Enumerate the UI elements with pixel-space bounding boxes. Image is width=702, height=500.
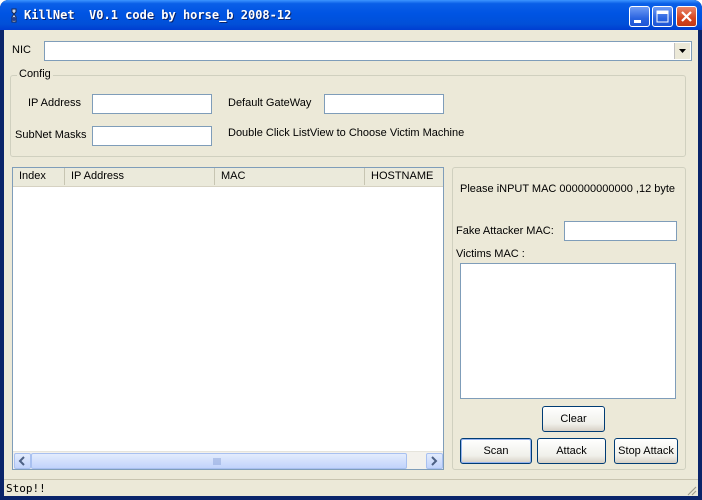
scroll-thumb[interactable] (31, 453, 407, 469)
app-icon (11, 8, 17, 23)
stop-attack-button[interactable]: Stop Attack (614, 438, 678, 464)
listview-header: Index IP Address MAC HOSTNAME (13, 168, 443, 187)
chevron-down-icon (679, 49, 686, 53)
subnet-label: SubNet Masks (15, 129, 87, 141)
scroll-right-button[interactable] (426, 453, 443, 469)
window-client-area: NIC Config IP Address Default GateWay Su… (4, 30, 698, 496)
fake-mac-label: Fake Attacker MAC: (456, 225, 554, 237)
minimize-button[interactable] (629, 6, 650, 27)
chevron-right-icon (431, 456, 438, 466)
scroll-left-button[interactable] (14, 453, 31, 469)
window-title: KillNet V0.1 code by horse_b 2008-12 (24, 8, 292, 22)
config-group-title: Config (17, 68, 53, 80)
attack-button[interactable]: Attack (537, 438, 606, 464)
host-listview[interactable]: Index IP Address MAC HOSTNAME (12, 167, 444, 470)
scan-button[interactable]: Scan (460, 438, 532, 464)
main-window: KillNet V0.1 code by horse_b 2008-12 NIC… (0, 0, 702, 500)
subnet-input[interactable] (92, 126, 212, 146)
column-mac[interactable]: MAC (215, 168, 365, 185)
nic-label: NIC (12, 44, 31, 56)
resize-grip-icon[interactable] (685, 484, 697, 496)
status-bar: Stop!! (4, 479, 698, 497)
victims-mac-textarea[interactable] (460, 263, 676, 399)
horizontal-scrollbar[interactable] (13, 451, 443, 469)
column-ip-address[interactable]: IP Address (65, 168, 215, 185)
close-button[interactable] (676, 6, 697, 27)
column-hostname[interactable]: HOSTNAME (365, 168, 443, 185)
maximize-icon (656, 10, 669, 23)
gateway-label: Default GateWay (228, 97, 312, 109)
victims-mac-label: Victims MAC : (456, 248, 525, 260)
nic-dropdown[interactable] (44, 41, 692, 61)
clear-button[interactable]: Clear (542, 406, 605, 432)
title-bar[interactable]: KillNet V0.1 code by horse_b 2008-12 (0, 0, 702, 30)
fake-mac-input[interactable] (564, 221, 677, 241)
status-text: Stop!! (6, 482, 46, 495)
ip-address-input[interactable] (92, 94, 212, 114)
grip-icon (213, 458, 221, 465)
mac-format-info: Please iNPUT MAC 000000000000 ,12 byte (460, 183, 676, 195)
close-icon (681, 11, 692, 22)
column-index[interactable]: Index (13, 168, 65, 185)
ip-address-label: IP Address (28, 97, 81, 109)
minimize-icon (634, 20, 641, 23)
maximize-button[interactable] (652, 6, 673, 27)
gateway-input[interactable] (324, 94, 444, 114)
victim-hint: Double Click ListView to Choose Victim M… (228, 127, 465, 139)
chevron-left-icon (18, 456, 25, 466)
nic-dropdown-button[interactable] (674, 43, 690, 59)
